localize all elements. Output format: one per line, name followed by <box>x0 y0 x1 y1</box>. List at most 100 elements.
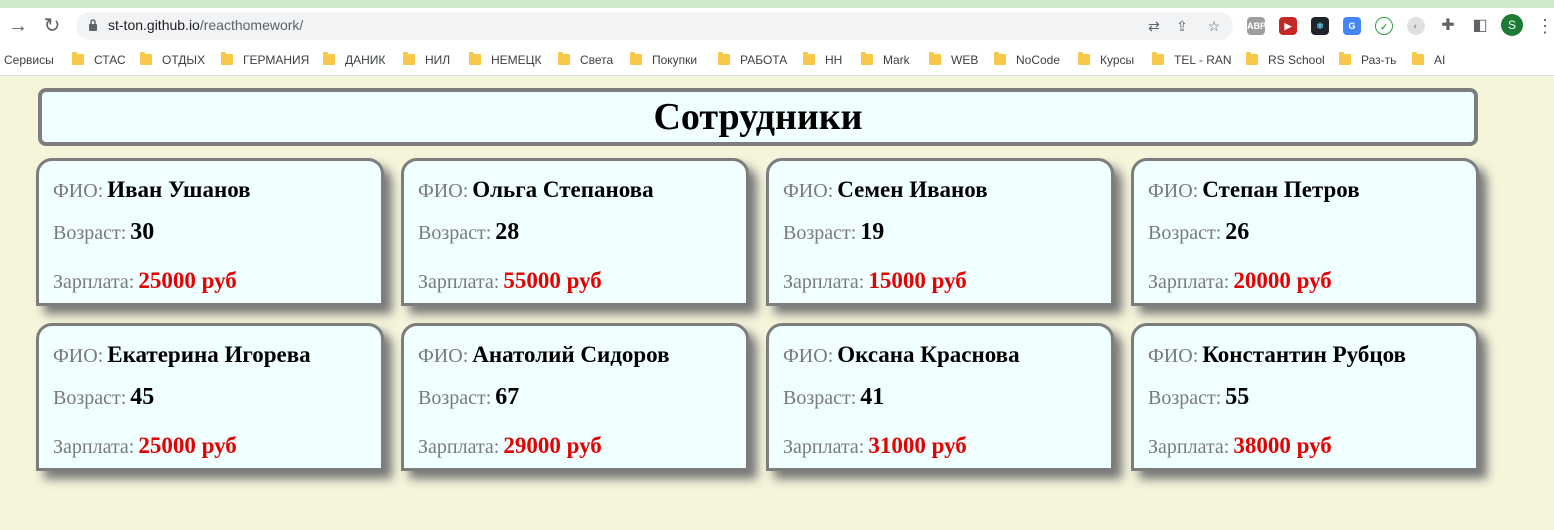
name-row: ФИО: Оксана Краснова <box>783 342 1020 368</box>
employee-card: ФИО: Иван Ушанов Возраст: 30 Зарплата: 2… <box>36 158 384 306</box>
employee-age: 26 <box>1225 219 1250 245</box>
employee-age: 45 <box>130 384 155 410</box>
bookmark-folder[interactable]: ОТДЫХ <box>140 51 205 69</box>
bookmark-label: TEL - RAN <box>1174 53 1232 67</box>
employee-card: ФИО: Екатерина Игорева Возраст: 45 Зарпл… <box>36 323 384 471</box>
bookmark-folder[interactable]: Покупки <box>630 51 697 69</box>
bookmark-folder[interactable]: AI <box>1412 51 1445 69</box>
age-row: Возраст: 30 <box>53 219 154 246</box>
folder-icon <box>994 51 1006 65</box>
employee-salary: 31000 руб <box>868 433 967 458</box>
page-title: Сотрудники <box>653 96 863 138</box>
puzzle-icon[interactable]: ✚ <box>1436 14 1460 38</box>
adblock-extension-icon[interactable]: ABP <box>1247 17 1266 35</box>
bookmarks-bar: Сервисы СТАС ОТДЫХ ГЕРМАНИЯ ДАНИК НИЛ НЕ… <box>0 44 1554 76</box>
avatar[interactable]: S <box>1501 14 1523 36</box>
employee-card: ФИО: Ольга Степанова Возраст: 28 Зарплат… <box>401 158 749 306</box>
url-host: st-ton.github.io <box>108 17 200 33</box>
name-label: ФИО: <box>1148 180 1199 202</box>
bookmark-label: НИЛ <box>425 53 451 67</box>
employee-name: Оксана Краснова <box>837 342 1020 367</box>
share-icon[interactable]: ⇪ <box>1173 17 1191 35</box>
employee-card: ФИО: Анатолий Сидоров Возраст: 67 Зарпла… <box>401 323 749 471</box>
name-row: ФИО: Константин Рубцов <box>1148 342 1406 368</box>
bookmark-label: ГЕРМАНИЯ <box>243 53 310 67</box>
age-label: Возраст: <box>1148 222 1222 244</box>
shield-check-icon[interactable]: ✓ <box>1375 17 1393 35</box>
bookmark-folder[interactable]: ГЕРМАНИЯ <box>221 51 309 69</box>
name-label: ФИО: <box>783 345 834 367</box>
salary-label: Зарплата: <box>783 436 865 458</box>
employee-name: Семен Иванов <box>837 177 988 202</box>
name-row: ФИО: Степан Петров <box>1148 177 1360 203</box>
folder-icon <box>1152 51 1164 65</box>
salary-label: Зарплата: <box>418 271 500 293</box>
bookmark-folder[interactable]: TEL - RAN <box>1152 51 1232 69</box>
folder-icon <box>630 51 642 65</box>
folder-icon <box>1246 51 1258 65</box>
bookmark-folder[interactable]: СТАС <box>72 51 126 69</box>
bookmark-label: Раз-ть <box>1361 53 1397 67</box>
salary-row: Зарплата: 29000 руб <box>418 433 602 459</box>
menu-dots-icon[interactable]: ⋮ <box>1536 14 1554 38</box>
grey-circle-extension-icon[interactable]: ◐ <box>1407 17 1425 35</box>
bookmark-folder[interactable]: Света <box>558 51 613 69</box>
forward-arrow-icon[interactable]: → <box>6 14 30 38</box>
address-bar[interactable]: st-ton.github.io/reacthomework/ ⇄ ⇪ ☆ <box>76 12 1233 40</box>
salary-label: Зарплата: <box>1148 271 1230 293</box>
page-content: Сотрудники ФИО: Иван Ушанов Возраст: 30 … <box>0 77 1554 530</box>
salary-label: Зарплата: <box>783 271 865 293</box>
browser-toolbar: → ↻ st-ton.github.io/reacthomework/ ⇄ ⇪ … <box>0 8 1554 44</box>
bookmark-folder[interactable]: RS School <box>1246 51 1325 69</box>
folder-icon <box>221 51 233 65</box>
google-translate-icon[interactable]: G <box>1343 17 1361 35</box>
age-row: Возраст: 26 <box>1148 219 1249 246</box>
salary-row: Зарплата: 31000 руб <box>783 433 967 459</box>
salary-row: Зарплата: 15000 руб <box>783 268 967 294</box>
age-row: Возраст: 45 <box>53 384 154 411</box>
name-label: ФИО: <box>418 180 469 202</box>
page-header: Сотрудники <box>38 88 1478 146</box>
url-path: /reacthomework/ <box>199 17 304 33</box>
bookmark-folder[interactable]: НН <box>803 51 842 69</box>
bookmark-folder[interactable]: WEB <box>929 51 978 69</box>
bookmark-folder[interactable]: NoCode <box>994 51 1060 69</box>
bookmark-label: Сервисы <box>4 53 54 67</box>
bookmark-folder[interactable]: ДАНИК <box>323 51 385 69</box>
bookmark-folder[interactable]: НИЛ <box>403 51 450 69</box>
employee-age: 67 <box>495 384 520 410</box>
age-label: Возраст: <box>783 222 857 244</box>
translate-icon[interactable]: ⇄ <box>1145 17 1163 35</box>
salary-row: Зарплата: 38000 руб <box>1148 433 1332 459</box>
bookmark-folder[interactable]: Раз-ть <box>1339 51 1396 69</box>
salary-row: Зарплата: 20000 руб <box>1148 268 1332 294</box>
folder-icon <box>803 51 815 65</box>
react-devtools-icon[interactable]: ⚛ <box>1311 17 1329 35</box>
age-label: Возраст: <box>418 222 492 244</box>
folder-icon <box>1412 51 1424 65</box>
employee-card: ФИО: Семен Иванов Возраст: 19 Зарплата: … <box>766 158 1114 306</box>
bookmark-label: ОТДЫХ <box>162 53 206 67</box>
name-label: ФИО: <box>53 180 104 202</box>
employee-age: 28 <box>495 219 520 245</box>
bookmark-folder[interactable]: Курсы <box>1078 51 1134 69</box>
folder-icon <box>323 51 335 65</box>
bookmark-folder[interactable]: Mark <box>861 51 910 69</box>
employee-age: 41 <box>860 384 885 410</box>
age-row: Возраст: 41 <box>783 384 884 411</box>
bookmark-folder[interactable]: РАБОТА <box>718 51 787 69</box>
bookmark-apps[interactable]: Сервисы <box>4 51 54 69</box>
bookmark-folder[interactable]: НЕМЕЦК <box>469 51 542 69</box>
side-panel-icon[interactable]: ◧ <box>1468 14 1492 38</box>
bookmark-label: НЕМЕЦК <box>491 53 542 67</box>
star-icon[interactable]: ☆ <box>1205 17 1223 35</box>
employee-card: ФИО: Константин Рубцов Возраст: 55 Зарпл… <box>1131 323 1479 471</box>
folder-icon <box>1078 51 1090 65</box>
name-row: ФИО: Ольга Степанова <box>418 177 654 203</box>
media-extension-icon[interactable]: ▶ <box>1279 17 1297 35</box>
employee-name: Ольга Степанова <box>472 177 654 202</box>
bookmark-label: РАБОТА <box>740 53 788 67</box>
age-row: Возраст: 28 <box>418 219 519 246</box>
reload-icon[interactable]: ↻ <box>40 14 64 38</box>
tab-strip <box>0 0 1554 8</box>
